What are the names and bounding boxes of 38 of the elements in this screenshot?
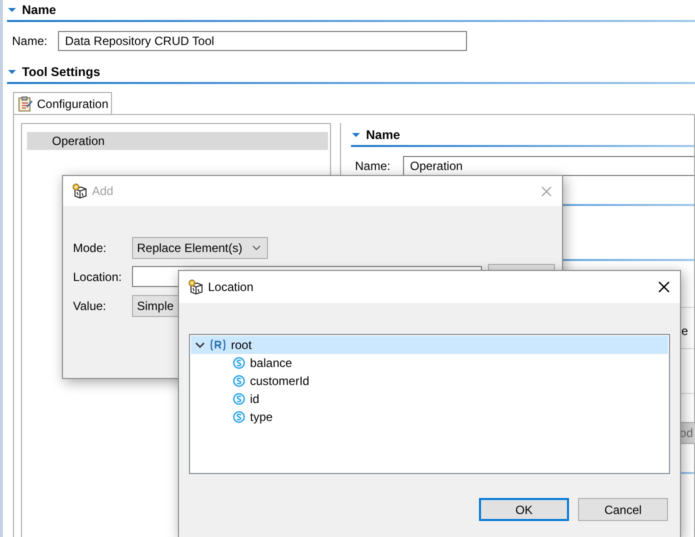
input-field[interactable]: Data Repository CRUD Tool — [58, 31, 467, 51]
tree-item[interactable]: type — [191, 408, 668, 426]
tree-item[interactable]: root — [191, 336, 668, 354]
field-label: Name: — [12, 34, 48, 48]
field-label: e — [681, 324, 688, 338]
record-icon — [210, 339, 226, 351]
field-label: Value: — [73, 298, 108, 312]
section-title: Name — [22, 3, 56, 17]
string-icon — [233, 393, 245, 405]
list-item[interactable]: Operation — [27, 132, 328, 150]
close-icon[interactable] — [658, 281, 670, 293]
dropdown[interactable]: Replace Element(s) — [132, 236, 268, 258]
field-label: Location: — [73, 270, 123, 284]
field-label: Name: — [355, 159, 392, 173]
expanded-triangle-icon[interactable] — [351, 131, 361, 139]
field-label: Mode: — [73, 240, 108, 254]
expanded-triangle-icon[interactable] — [7, 6, 17, 14]
expanded-triangle-icon[interactable] — [7, 68, 17, 76]
dialog-title: Add — [92, 184, 114, 198]
input-field[interactable]: Operation — [403, 156, 694, 176]
chevron-down-icon[interactable] — [195, 340, 205, 350]
gear-cube-icon — [187, 279, 203, 295]
tab[interactable]: Configuration — [13, 92, 112, 114]
string-icon — [233, 357, 245, 369]
section-title: Tool Settings — [22, 65, 100, 79]
dialog-title: Location — [208, 280, 254, 294]
section-title: Name — [366, 128, 400, 142]
chevron-down-icon — [252, 244, 262, 250]
dialog-button[interactable]: Cancel — [578, 498, 668, 521]
string-icon — [233, 411, 245, 423]
string-icon — [233, 375, 245, 387]
dialog-button[interactable]: OK — [479, 498, 569, 521]
dropdown[interactable]: Simple — [132, 294, 181, 316]
tree-item[interactable]: id — [191, 390, 668, 408]
tree-item[interactable]: balance — [191, 354, 668, 372]
gear-cube-icon — [71, 183, 87, 199]
clipboard-icon — [17, 96, 33, 112]
tree-item[interactable]: customerId — [191, 372, 668, 390]
